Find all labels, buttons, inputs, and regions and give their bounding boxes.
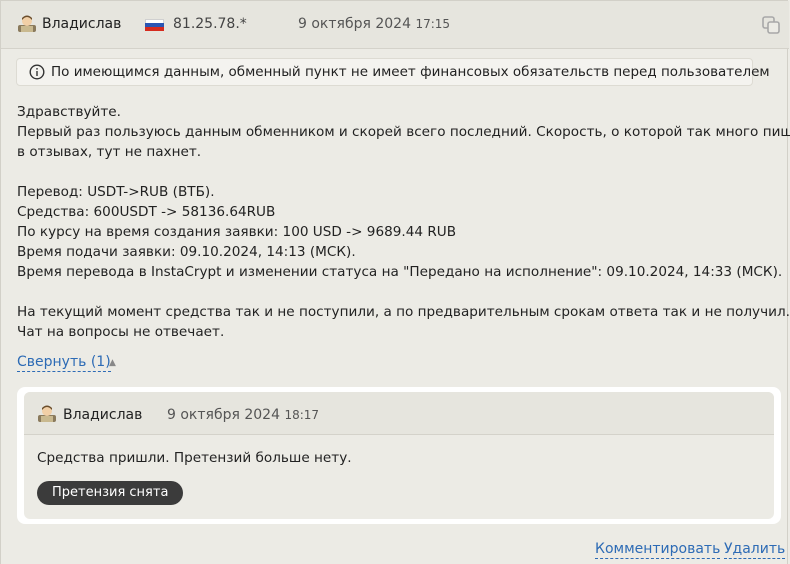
notice-banner: По имеющимся данным, обменный пункт не и… <box>16 58 770 86</box>
review-date-day: 9 октября 2024 <box>298 16 411 32</box>
review-paragraph: Средства: 600USDT -> 58136.64RUB <box>17 204 276 220</box>
user-icon <box>38 405 56 422</box>
reply-date: 9 октября 2024 18:17 <box>167 407 319 423</box>
notice-text: По имеющимся данным, обменный пункт не и… <box>51 64 770 80</box>
review-paragraph: Время подачи заявки: 09.10.2024, 14:13 (… <box>17 244 356 260</box>
reply-date-day: 9 октября 2024 <box>167 407 280 423</box>
collapse-comments-link[interactable]: Свернуть (1) <box>17 353 111 372</box>
review-card: Владислав 81.25.78.* 9 октября 2024 17:1… <box>0 0 790 564</box>
user-icon <box>18 15 36 32</box>
copy-icon[interactable] <box>761 15 781 35</box>
claim-withdrawn-badge: Претензия снята <box>37 481 184 505</box>
country-flag-icon <box>145 19 164 31</box>
reply-date-time: 18:17 <box>284 408 320 422</box>
delete-link[interactable]: Удалить <box>724 540 786 559</box>
reply-text: Средства пришли. Претензий больше нету. <box>37 450 352 466</box>
review-paragraph: Перевод: USDT->RUB (ВТБ). <box>17 184 215 200</box>
review-paragraph: в отзывах, тут не пахнет. <box>17 144 202 160</box>
review-paragraph: Чат на вопросы не отвечает. <box>17 324 225 340</box>
info-icon <box>29 64 45 80</box>
review-paragraph: Время перевода в InstaCrypt и изменении … <box>17 264 783 280</box>
reply-author-name[interactable]: Владислав <box>63 407 142 423</box>
review-paragraph: Первый раз пользуюсь данным обменником и… <box>17 124 790 140</box>
collapse-arrow-icon: ▲ <box>109 358 116 368</box>
reply-card: Владислав 9 октября 2024 18:17 Средства … <box>24 392 774 519</box>
author-name[interactable]: Владислав <box>42 16 121 32</box>
review-paragraph: На текущий момент средства так и не пост… <box>17 304 790 320</box>
review-date-time: 17:15 <box>415 17 451 31</box>
reply-frame: Владислав 9 октября 2024 18:17 Средства … <box>17 387 781 524</box>
review-paragraph: Здравствуйте. <box>17 104 121 120</box>
comment-link[interactable]: Комментировать <box>595 540 721 559</box>
review-date: 9 октября 2024 17:15 <box>298 16 450 32</box>
ip-address: 81.25.78.* <box>173 16 247 32</box>
reply-header: Владислав 9 октября 2024 18:17 <box>24 392 774 435</box>
review-header: Владислав 81.25.78.* 9 октября 2024 17:1… <box>1 1 789 49</box>
review-body: Здравствуйте. Первый раз пользуюсь данны… <box>17 102 790 342</box>
review-paragraph: По курсу на время создания заявки: 100 U… <box>17 224 457 240</box>
